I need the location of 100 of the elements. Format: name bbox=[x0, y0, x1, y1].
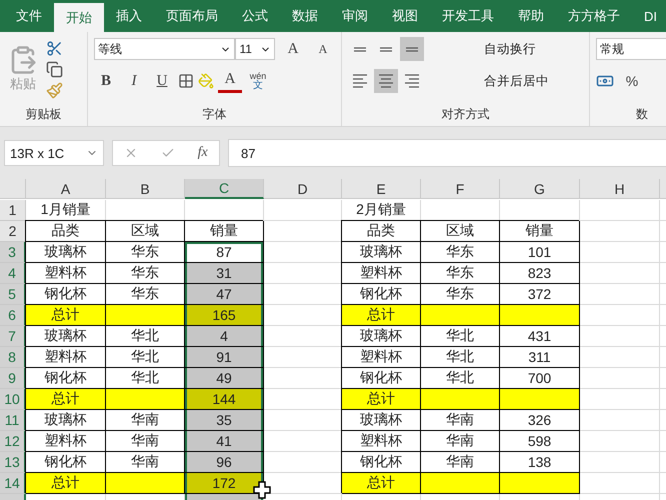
table-cell: 华东 bbox=[421, 263, 500, 284]
ribbon-tab[interactable]: 开始 bbox=[54, 3, 104, 32]
table-cell: 138 bbox=[500, 452, 580, 473]
row-header[interactable]: 2 bbox=[0, 221, 26, 242]
row-header[interactable]: 9 bbox=[0, 368, 26, 389]
table-cell: 玻璃杯 bbox=[26, 410, 106, 431]
group-label: 剪贴板 bbox=[24, 106, 62, 123]
table-cell: 总计 bbox=[342, 389, 421, 410]
insert-function-button[interactable]: fx bbox=[198, 145, 208, 161]
font-size-field[interactable]: 11 bbox=[235, 38, 275, 60]
formula-field[interactable]: 87 bbox=[228, 139, 666, 167]
table-cell: 华北 bbox=[106, 368, 185, 389]
row-header[interactable]: 3 bbox=[0, 242, 26, 263]
phonetic-button[interactable]: wén 文 bbox=[246, 69, 270, 93]
table-cell: 华南 bbox=[106, 452, 185, 473]
table-cell: 41 bbox=[185, 431, 264, 452]
name-box[interactable]: 13R x 1C bbox=[4, 140, 104, 166]
table-cell: 钢化杯 bbox=[342, 284, 421, 305]
ribbon-tab[interactable]: 插入 bbox=[104, 0, 154, 32]
column-header[interactable]: H bbox=[580, 179, 660, 199]
underline-button[interactable]: U bbox=[150, 69, 174, 93]
table-cell: 华东 bbox=[421, 284, 500, 305]
ribbon-tab[interactable]: 方方格子 bbox=[556, 0, 632, 32]
row-header[interactable]: 4 bbox=[0, 263, 26, 284]
bold-button[interactable]: B bbox=[94, 69, 118, 93]
font-color-button[interactable]: A bbox=[218, 70, 242, 92]
table-cell: 华北 bbox=[106, 347, 185, 368]
table-cell: 塑料杯 bbox=[342, 263, 421, 284]
column-header[interactable]: A bbox=[26, 179, 106, 199]
row-header[interactable]: 8 bbox=[0, 347, 26, 368]
row-header[interactable]: 11 bbox=[0, 410, 26, 431]
row-header[interactable]: 5 bbox=[0, 284, 26, 305]
align-middle-icon bbox=[377, 46, 395, 52]
row-header[interactable]: 10 bbox=[0, 389, 26, 410]
table-cell: 700 bbox=[500, 368, 580, 389]
number-format-field[interactable]: 常规 bbox=[596, 38, 666, 60]
table-cell: 101 bbox=[500, 242, 580, 263]
table-cell: 品类 bbox=[26, 221, 106, 242]
row-header[interactable]: 14 bbox=[0, 473, 26, 494]
table-cell: 35 bbox=[185, 410, 264, 431]
table-cell: 华北 bbox=[421, 326, 500, 347]
ribbon-tab[interactable]: 帮助 bbox=[506, 0, 556, 32]
fill-color-icon[interactable] bbox=[198, 73, 214, 89]
column-header[interactable]: C bbox=[185, 179, 264, 199]
column-header[interactable]: F bbox=[421, 179, 500, 199]
align-center-icon bbox=[377, 74, 395, 88]
table-cell: 华东 bbox=[421, 242, 500, 263]
table-cell: 钢化杯 bbox=[26, 368, 106, 389]
table-cell: 塑料杯 bbox=[26, 347, 106, 368]
table-cell: 华南 bbox=[421, 410, 500, 431]
copy-icon[interactable] bbox=[46, 60, 63, 78]
font-name-field[interactable]: 等线 bbox=[94, 38, 236, 60]
table-cell: 总计 bbox=[342, 473, 421, 494]
ribbon-tab[interactable]: 视图 bbox=[380, 0, 430, 32]
ribbon-tab[interactable]: 文件 bbox=[4, 0, 54, 32]
table-cell: 总计 bbox=[26, 305, 106, 326]
table-cell: 总计 bbox=[342, 305, 421, 326]
wrap-text-button[interactable]: 自动换行 bbox=[484, 40, 536, 58]
ribbon-tab[interactable]: 页面布局 bbox=[154, 0, 230, 32]
table-cell: 华南 bbox=[421, 431, 500, 452]
table-cell: 玻璃杯 bbox=[26, 242, 106, 263]
table-cell: 钢化杯 bbox=[26, 452, 106, 473]
column-header[interactable]: D bbox=[264, 179, 342, 199]
ribbon-tab[interactable]: 审阅 bbox=[330, 0, 380, 32]
merge-center-button[interactable]: 合并后居中 bbox=[484, 72, 549, 90]
grow-font-button[interactable]: A bbox=[281, 37, 305, 61]
row-header[interactable]: 6 bbox=[0, 305, 26, 326]
shrink-font-button[interactable]: A bbox=[311, 37, 335, 61]
align-bottom-button[interactable] bbox=[400, 37, 424, 61]
column-header[interactable]: B bbox=[106, 179, 185, 199]
table-cell: 96 bbox=[185, 452, 264, 473]
table-cell: 华东 bbox=[106, 284, 185, 305]
table-cell: 销量 bbox=[185, 221, 264, 242]
align-top-icon bbox=[351, 46, 369, 52]
group-label: 字体 bbox=[202, 106, 228, 123]
table-cell: 玻璃杯 bbox=[342, 326, 421, 347]
table-cell: 91 bbox=[185, 347, 264, 368]
percent-button[interactable]: % bbox=[620, 69, 644, 93]
cursor-icon bbox=[253, 481, 271, 499]
table-cell: 598 bbox=[500, 431, 580, 452]
table-cell: 2月销量 bbox=[342, 200, 421, 221]
table-cell: 华东 bbox=[106, 242, 185, 263]
ribbon-tab[interactable]: 数据 bbox=[280, 0, 330, 32]
table-cell: 165 bbox=[185, 305, 264, 326]
ribbon-tab[interactable]: DI bbox=[632, 0, 666, 32]
table-cell: 华北 bbox=[421, 347, 500, 368]
table-cell: 区域 bbox=[421, 221, 500, 242]
border-icon[interactable] bbox=[178, 73, 194, 89]
column-header[interactable]: E bbox=[342, 179, 421, 199]
italic-button[interactable]: I bbox=[122, 69, 146, 93]
table-cell: 销量 bbox=[500, 221, 580, 242]
row-header[interactable]: 13 bbox=[0, 452, 26, 473]
column-header[interactable]: G bbox=[500, 179, 580, 199]
scissors-icon[interactable] bbox=[46, 40, 63, 56]
ribbon-tab[interactable]: 公式 bbox=[230, 0, 280, 32]
row-header[interactable]: 1 bbox=[0, 200, 26, 221]
ribbon-tab[interactable]: 开发工具 bbox=[430, 0, 506, 32]
row-header[interactable]: 7 bbox=[0, 326, 26, 347]
row-header[interactable]: 12 bbox=[0, 431, 26, 452]
align-center-button[interactable] bbox=[374, 69, 398, 93]
